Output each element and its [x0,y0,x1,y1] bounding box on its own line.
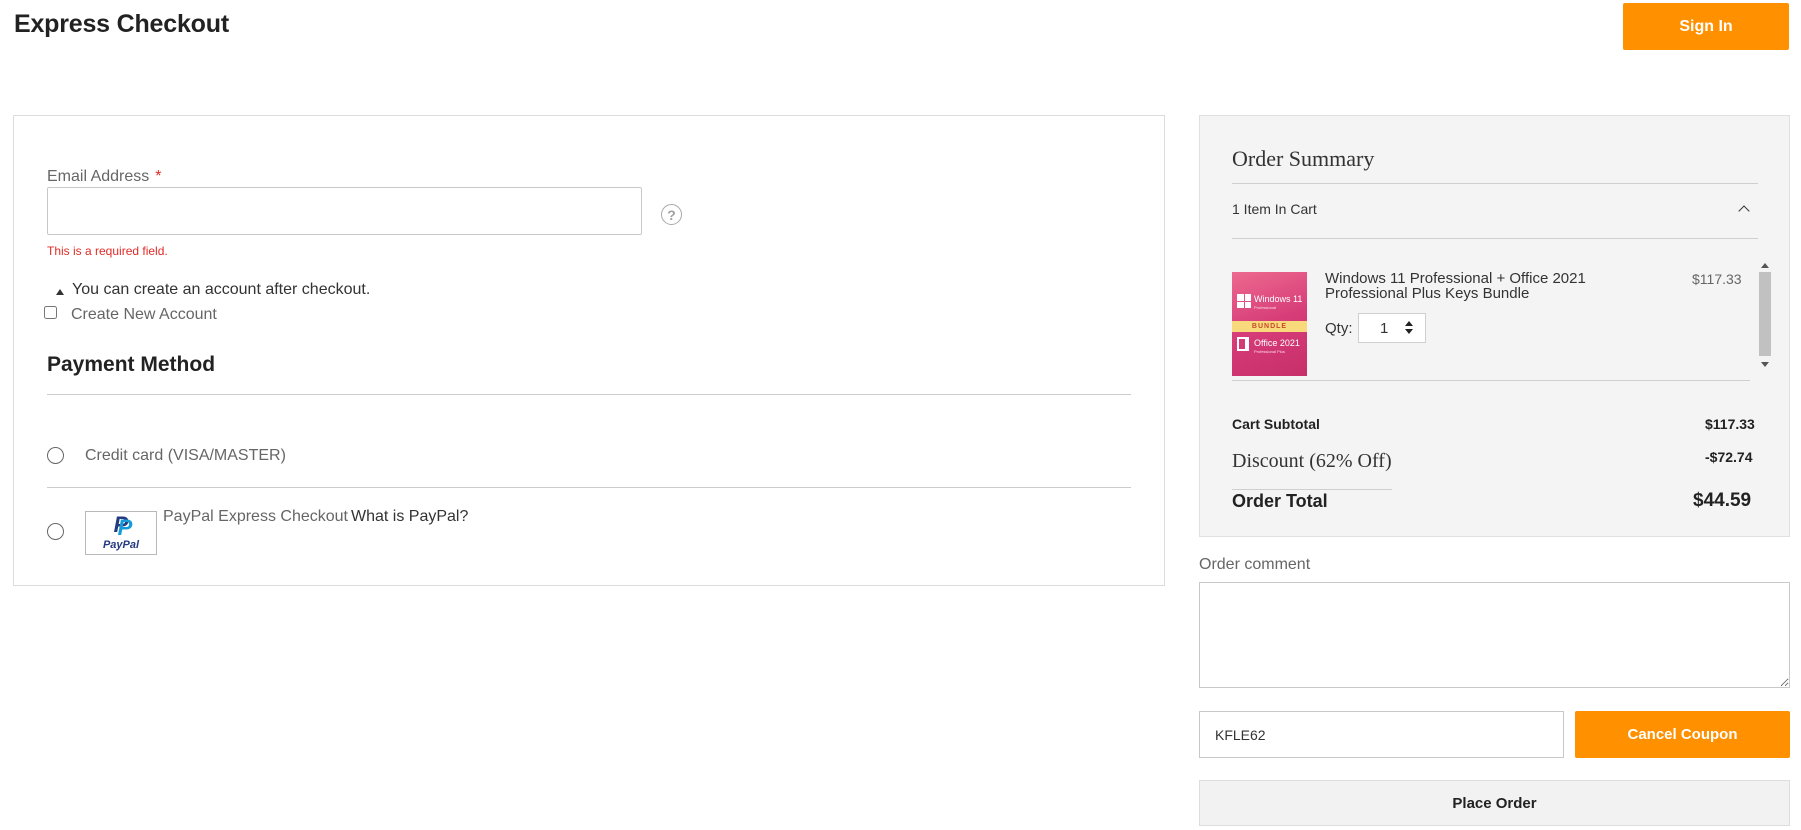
product-image-office-sub: Professional Plus [1254,349,1285,354]
help-icon[interactable]: ? [661,204,682,225]
scroll-down-arrow-icon[interactable] [1761,362,1769,367]
divider [1232,489,1392,490]
order-summary-title: Order Summary [1232,146,1375,171]
cart-subtotal-value: $117.33 [1705,416,1755,432]
order-comment-textarea[interactable] [1199,582,1790,688]
cart-scrollbar-thumb[interactable] [1759,272,1771,356]
email-label: Email Address * [47,168,162,186]
discount-value: -$72.74 [1705,449,1753,465]
order-comment-label: Order comment [1199,556,1311,573]
sign-in-button[interactable]: Sign In [1623,3,1789,50]
credit-card-label[interactable]: Credit card (VISA/MASTER) [85,447,286,465]
email-label-text: Email Address [47,168,150,185]
email-error-message: This is a required field. [47,244,168,258]
order-total-value: $44.59 [1693,490,1752,511]
paypal-label[interactable]: PayPal Express Checkout [163,508,348,526]
scroll-up-arrow-icon[interactable] [1761,263,1769,268]
paypal-logo: PP PayPal [85,511,157,555]
office-logo-icon [1237,337,1249,351]
product-image-bundle-band: BUNDLE [1232,321,1307,332]
caret-up-icon [56,289,64,295]
product-price: $117.33 [1692,271,1742,287]
required-marker: * [155,168,162,185]
items-in-cart-toggle[interactable]: 1 Item In Cart [1232,201,1317,217]
create-account-label[interactable]: Create New Account [71,306,217,324]
cart-subtotal-label: Cart Subtotal [1232,416,1320,432]
product-image-windows-text: Windows 11 [1254,294,1303,304]
what-is-paypal-link[interactable]: What is PayPal? [351,508,468,526]
product-name: Windows 11 Professional + Office 2021 Pr… [1325,270,1586,302]
quantity-value[interactable]: 1 [1380,320,1388,337]
divider [47,394,1131,395]
divider [47,487,1131,488]
coupon-input[interactable] [1199,711,1564,758]
cancel-coupon-button[interactable]: Cancel Coupon [1575,711,1790,758]
decrement-arrow-icon[interactable] [1405,329,1413,334]
paypal-radio[interactable] [47,523,64,540]
qty-label: Qty: [1325,320,1353,337]
paypal-wordmark: PayPal [102,539,140,551]
divider [1232,380,1750,381]
create-account-checkbox[interactable] [44,306,57,319]
page-title: Express Checkout [14,10,229,38]
quantity-stepper[interactable] [1358,313,1426,343]
divider [1232,238,1758,239]
product-image-windows-sub: Professional [1254,305,1277,310]
place-order-button[interactable]: Place Order [1199,780,1790,826]
paypal-mark-icon: PP [113,512,133,540]
credit-card-radio[interactable] [47,447,64,464]
discount-label: Discount (62% Off) [1232,450,1392,472]
product-image-office-text: Office 2021 [1254,338,1300,348]
windows-logo-icon [1237,294,1251,308]
product-image: Windows 11 Professional BUNDLE Office 20… [1232,272,1307,376]
order-total-label: Order Total [1232,491,1328,511]
email-input[interactable] [47,187,642,235]
divider [1232,183,1758,184]
payment-method-title: Payment Method [47,353,216,376]
increment-arrow-icon[interactable] [1405,321,1413,326]
account-note: You can create an account after checkout… [72,281,371,298]
